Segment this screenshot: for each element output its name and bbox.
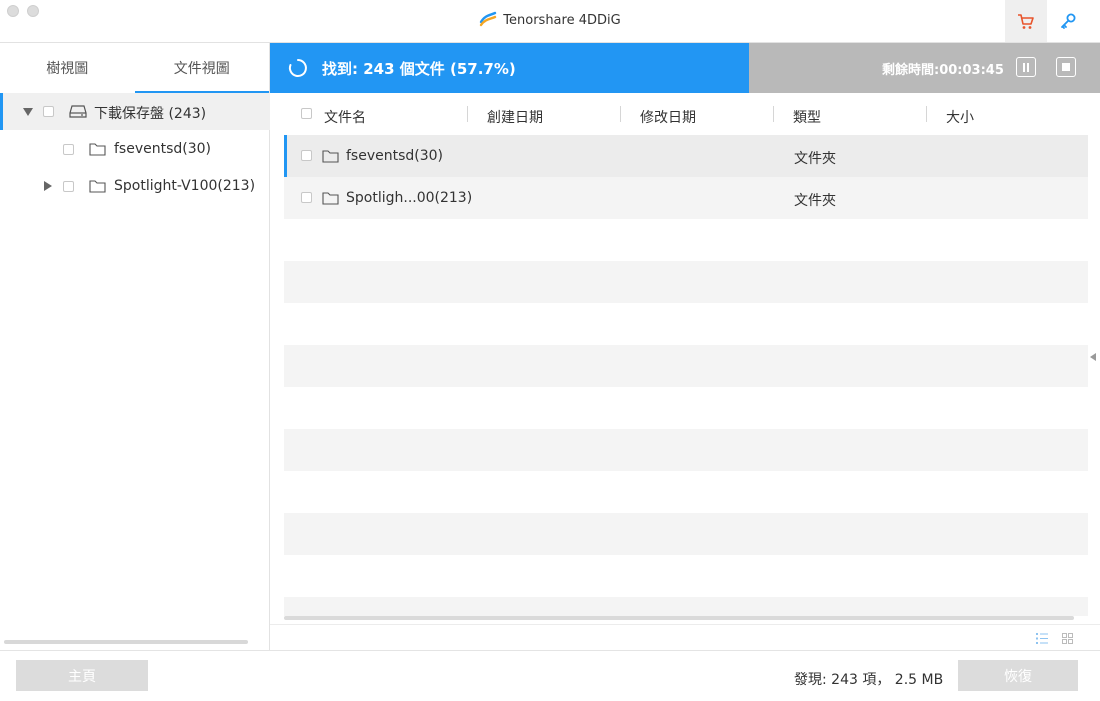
- folder-icon: [89, 143, 106, 156]
- column-header-size[interactable]: 大小: [946, 107, 974, 127]
- footer-bar: 主頁 發現: 243 項， 2.5 MB 恢復: [0, 650, 1100, 701]
- empty-row: [284, 429, 1088, 471]
- collapse-preview-arrow-icon[interactable]: [1090, 353, 1096, 361]
- select-all-checkbox[interactable]: [301, 108, 312, 119]
- table-row[interactable]: Spotligh...00(213) 文件夾: [284, 177, 1088, 219]
- column-header-created[interactable]: 創建日期: [487, 107, 543, 127]
- empty-row: [284, 261, 1088, 303]
- stop-button[interactable]: [1056, 57, 1076, 77]
- scan-progress-bar: 找到: 243 個文件 (57.7%) 剩餘時間:00:03:45: [270, 43, 1100, 93]
- tree-item-spotlight[interactable]: Spotlight-V100(213): [0, 168, 270, 205]
- row-file-type: 文件夾: [794, 193, 836, 209]
- pause-icon: [1023, 62, 1029, 72]
- empty-row: [284, 597, 1088, 616]
- column-divider[interactable]: [620, 106, 621, 122]
- recover-button[interactable]: 恢復: [958, 660, 1078, 691]
- empty-row: [284, 345, 1088, 387]
- grid-view-icon[interactable]: [1062, 633, 1073, 644]
- app-title-text: Tenorshare 4DDiG: [503, 13, 621, 28]
- column-divider[interactable]: [926, 106, 927, 122]
- cart-button[interactable]: [1005, 0, 1047, 42]
- remaining-time: 剩餘時間:00:03:45: [882, 63, 1004, 78]
- tree-item-label: fseventsd(30): [114, 141, 212, 157]
- scan-status-text: 找到: 243 個文件 (57.7%): [322, 60, 516, 78]
- column-divider[interactable]: [467, 106, 468, 122]
- list-view-icon[interactable]: [1036, 633, 1048, 644]
- table-horizontal-scrollbar[interactable]: [284, 616, 1074, 620]
- home-button[interactable]: 主頁: [16, 660, 148, 691]
- app-window: Tenorshare 4DDiG 樹視圖 文件視圖 下載保存盤 (243) fs…: [0, 0, 1100, 701]
- stop-icon: [1062, 63, 1070, 71]
- empty-row: [284, 303, 1088, 345]
- table-row[interactable]: fseventsd(30) 文件夾: [284, 135, 1088, 177]
- app-title: Tenorshare 4DDiG: [0, 11, 1100, 28]
- tree-checkbox[interactable]: [63, 181, 74, 192]
- column-header-modified[interactable]: 修改日期: [640, 107, 696, 127]
- empty-row: [284, 555, 1088, 597]
- empty-row: [284, 471, 1088, 513]
- column-header-type[interactable]: 類型: [793, 107, 821, 127]
- collapse-arrow-icon[interactable]: [44, 181, 52, 191]
- left-horizontal-scrollbar[interactable]: [4, 640, 248, 644]
- empty-row: [284, 513, 1088, 555]
- column-header-name[interactable]: 文件名: [324, 107, 366, 127]
- key-icon: [1061, 13, 1076, 29]
- app-logo-icon: [480, 11, 497, 27]
- row-file-name: Spotligh...00(213): [346, 190, 473, 206]
- row-checkbox[interactable]: [301, 192, 312, 203]
- cart-icon: [1018, 13, 1034, 29]
- tree-item-drive[interactable]: 下載保存盤 (243): [0, 93, 270, 130]
- title-bar: Tenorshare 4DDiG: [0, 0, 1100, 43]
- drive-icon: [69, 105, 87, 118]
- left-panel: 樹視圖 文件視圖 下載保存盤 (243) fseventsd(30) Spotl…: [0, 43, 270, 650]
- pause-button[interactable]: [1016, 57, 1036, 77]
- folder-icon: [89, 180, 106, 193]
- tree-checkbox[interactable]: [43, 106, 54, 117]
- tree-item-fseventsd[interactable]: fseventsd(30): [0, 131, 270, 168]
- row-checkbox[interactable]: [301, 150, 312, 161]
- row-file-name: fseventsd(30): [346, 148, 444, 164]
- view-tabs: 樹視圖 文件視圖: [0, 43, 269, 93]
- empty-row: [284, 387, 1088, 429]
- expand-arrow-icon[interactable]: [23, 108, 33, 116]
- folder-icon: [322, 150, 339, 163]
- folder-icon: [322, 192, 339, 205]
- column-divider[interactable]: [773, 106, 774, 122]
- loading-spinner-icon: [288, 59, 307, 77]
- tree-checkbox[interactable]: [63, 144, 74, 155]
- empty-row: [284, 219, 1088, 261]
- tree-item-label: Spotlight-V100(213): [114, 178, 256, 194]
- tree-item-label: 下載保存盤 (243): [94, 106, 207, 122]
- found-summary: 發現: 243 項， 2.5 MB: [794, 672, 944, 688]
- view-mode-bar: [270, 624, 1100, 650]
- tab-file-view[interactable]: 文件視圖: [134, 43, 270, 93]
- row-file-type: 文件夾: [794, 151, 836, 167]
- register-key-button[interactable]: [1047, 0, 1089, 42]
- tab-tree-view[interactable]: 樹視圖: [0, 43, 135, 93]
